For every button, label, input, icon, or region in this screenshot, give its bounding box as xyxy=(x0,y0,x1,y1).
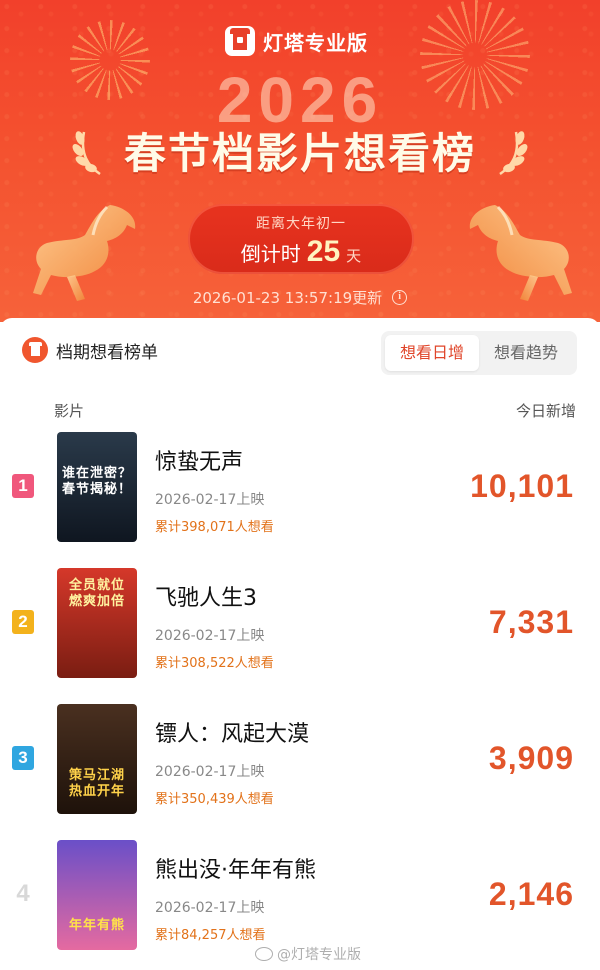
poster-tagline: 谁在泄密？春节揭秘！ xyxy=(61,466,132,497)
watermark-text: @灯塔专业版 xyxy=(277,947,361,963)
film-today-new: 7,331 xyxy=(488,604,574,640)
laurel-icon xyxy=(499,131,528,176)
film-row[interactable]: 1 谁在泄密？春节揭秘！ 惊蛰无声 2026-02-17上映 累计398,071… xyxy=(0,432,600,546)
countdown-unit: 天 xyxy=(346,247,362,265)
film-total-want: 累计398,071人想看 xyxy=(155,520,274,535)
column-header-film: 影片 xyxy=(54,402,85,420)
film-today-new: 3,909 xyxy=(488,740,574,776)
film-row[interactable]: 2 全员就位 燃爽加倍 飞驰人生3 2026-02-17上映 累计308,522… xyxy=(0,568,600,682)
rank-badge: 4 xyxy=(16,880,30,907)
film-title: 飞驰人生3 xyxy=(155,586,257,611)
column-header-today-new: 今日新增 xyxy=(515,402,576,420)
countdown-pill: 距离大年初一 倒计时 25 天 xyxy=(188,204,414,274)
film-release-date: 2026-02-17上映 xyxy=(155,628,265,644)
film-release-date: 2026-02-17上映 xyxy=(155,492,265,508)
countdown-label: 距离大年初一 xyxy=(256,216,346,232)
poster-tagline: 策马江湖 热血开年 xyxy=(68,768,125,799)
panel-header: 档期想看榜单 xyxy=(22,337,158,363)
film-release-date: 2026-02-17上映 xyxy=(155,764,265,780)
film-total-want: 累计84,257人想看 xyxy=(155,928,266,943)
panel-title: 档期想看榜单 xyxy=(56,342,158,363)
app-name: 灯塔专业版 xyxy=(263,30,368,55)
film-poster[interactable]: 全员就位 燃爽加倍 xyxy=(57,568,137,678)
film-total-want: 累计350,439人想看 xyxy=(155,792,274,807)
rank-badge: 3 xyxy=(12,746,34,770)
film-title: 熊出没·年年有熊 xyxy=(155,858,316,883)
film-row[interactable]: 4 年年有熊 熊出没·年年有熊 2026-02-17上映 累计84,257人想看… xyxy=(0,840,600,954)
rank-badge: 1 xyxy=(12,474,34,498)
hero-banner: 灯塔专业版 2026 春节档影片想看榜 距离大年初一 倒计时 25 天 2026… xyxy=(0,0,600,322)
weibo-watermark: @灯塔专业版 xyxy=(255,944,361,964)
film-release-date: 2026-02-17上映 xyxy=(155,900,265,916)
update-timestamp-row: 2026-01-23 13:57:19更新 i xyxy=(0,287,600,308)
film-poster[interactable]: 策马江湖 热血开年 xyxy=(57,704,137,814)
film-poster[interactable]: 谁在泄密？春节揭秘！ xyxy=(57,432,137,542)
update-timestamp: 2026-01-23 13:57:19更新 xyxy=(192,289,383,307)
film-title: 惊蛰无声 xyxy=(155,450,244,475)
lighthouse-logo-icon xyxy=(22,337,48,363)
rank-badge: 2 xyxy=(12,610,34,634)
countdown-days: 25 xyxy=(306,235,341,268)
info-icon[interactable]: i xyxy=(392,290,408,305)
countdown-prefix: 倒计时 xyxy=(240,242,301,266)
film-title: 镖人：风起大漠 xyxy=(155,722,310,747)
tab-trend[interactable]: 想看趋势 xyxy=(479,335,573,371)
weibo-icon xyxy=(255,947,273,961)
poster-tagline: 年年有熊 xyxy=(68,918,125,933)
film-row[interactable]: 3 策马江湖 热血开年 镖人：风起大漠 2026-02-17上映 累计350,4… xyxy=(0,704,600,818)
ranking-panel: 档期想看榜单 想看日增 想看趋势 影片 今日新增 1 谁在泄密？春节揭秘！ 惊蛰… xyxy=(0,318,600,970)
film-poster[interactable]: 年年有熊 xyxy=(57,840,137,950)
film-today-new: 2,146 xyxy=(488,876,574,912)
film-today-new: 10,101 xyxy=(470,468,574,504)
ranking-tabs: 想看日增 想看趋势 xyxy=(381,331,577,375)
tab-daily-increase[interactable]: 想看日增 xyxy=(385,335,479,371)
film-total-want: 累计308,522人想看 xyxy=(155,656,274,671)
app-brand: 灯塔专业版 xyxy=(225,25,368,57)
lighthouse-logo-icon xyxy=(225,26,255,56)
poster-tagline: 全员就位 燃爽加倍 xyxy=(68,578,125,609)
